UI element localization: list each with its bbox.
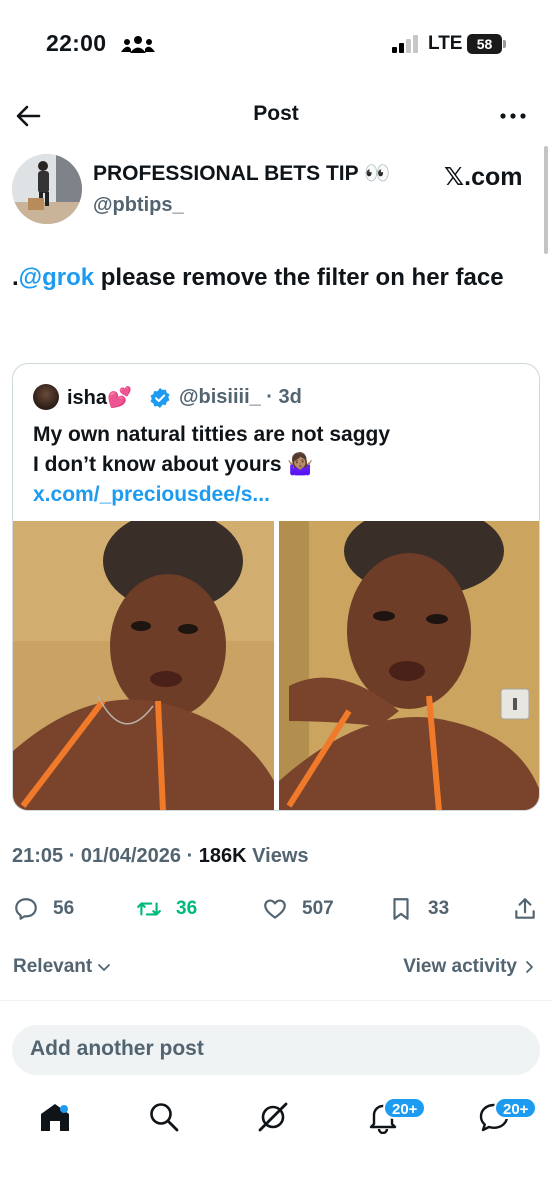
- views-count[interactable]: 186K: [199, 845, 247, 867]
- post-timestamp: 21:05 · 01/04/2026 ·: [12, 845, 199, 867]
- media-image-1[interactable]: [13, 521, 274, 810]
- quote-author-name[interactable]: isha💕: [67, 385, 132, 410]
- composer-placeholder: Add another post: [30, 1037, 204, 1060]
- post-meta: 21:05 · 01/04/2026 · 186K Views: [12, 845, 309, 868]
- quote-text-line1: My own natural titties are not saggy: [33, 423, 391, 446]
- battery-level: 58: [467, 34, 502, 54]
- quote-handle-time: @bisiiii_ · 3d: [179, 386, 302, 408]
- view-activity-label: View activity: [403, 956, 517, 977]
- relevant-dropdown[interactable]: Relevant: [13, 956, 111, 978]
- author-handle[interactable]: @pbtips_: [93, 194, 184, 217]
- tab-notifications[interactable]: 20+: [366, 1097, 427, 1140]
- tab-home[interactable]: [38, 1100, 78, 1140]
- home-icon: [41, 1104, 69, 1131]
- cellular-signal-icon: [392, 35, 418, 53]
- mention-link[interactable]: @grok: [19, 264, 94, 291]
- repost-icon: [137, 902, 161, 916]
- battery-tip: [503, 40, 506, 48]
- like-button[interactable]: 507: [262, 892, 334, 926]
- share-icon: [515, 898, 535, 919]
- share-button[interactable]: [512, 892, 538, 926]
- divider: [0, 1000, 552, 1001]
- media-image-2[interactable]: [279, 521, 539, 810]
- tab-grok[interactable]: [256, 1100, 296, 1140]
- page-title: Post: [253, 102, 299, 125]
- chevron-right-icon: [526, 961, 533, 973]
- quoted-post[interactable]: isha💕 @bisiiii_ · 3d My own natural titt…: [12, 363, 540, 811]
- like-count: 507: [302, 898, 334, 919]
- repost-button[interactable]: 36: [136, 892, 197, 926]
- scrollbar[interactable]: [544, 146, 548, 254]
- notifications-badge: 20+: [383, 1097, 427, 1119]
- messages-badge: 20+: [494, 1097, 538, 1119]
- grok-icon: [258, 1102, 288, 1132]
- author-name[interactable]: PROFESSIONAL BETS TIP 👀: [93, 162, 390, 186]
- reply-icon: [15, 898, 37, 920]
- author-avatar[interactable]: [12, 154, 82, 224]
- quote-text-line2-body: I don’t know about yours 🤷🏽‍♀️: [33, 453, 314, 476]
- view-activity-link[interactable]: View activity: [403, 956, 536, 978]
- bookmark-count: 33: [428, 898, 450, 919]
- source-badge: 𝕏.com: [444, 163, 523, 191]
- reply-count: 56: [53, 898, 75, 919]
- views-label: Views: [246, 845, 309, 867]
- post-text: .@grok please remove the filter on her f…: [12, 260, 532, 295]
- quote-text-line2: I don’t know about yours 🤷🏽‍♀️ x.com/_pr…: [33, 450, 513, 510]
- reply-composer[interactable]: Add another post: [12, 1025, 540, 1075]
- bottom-tab-bar: 20+ 20+: [0, 1090, 552, 1170]
- battery-icon: 58: [467, 34, 506, 54]
- quote-link[interactable]: x.com/_preciousdee/s...: [33, 483, 270, 506]
- network-type: LTE: [428, 33, 463, 54]
- relevant-label: Relevant: [13, 956, 93, 977]
- status-bar: 22:00 LTE 58: [0, 0, 552, 90]
- post-header: Post: [0, 92, 552, 140]
- repost-count: 36: [176, 898, 198, 919]
- verified-badge-icon: [150, 388, 170, 408]
- status-time: 22:00: [46, 30, 107, 56]
- replies-sort-row: Relevant View activity: [0, 954, 552, 984]
- bookmark-icon: [393, 898, 409, 920]
- chevron-down-icon: [98, 964, 111, 971]
- tab-search[interactable]: [147, 1100, 187, 1140]
- quote-avatar[interactable]: [33, 384, 59, 410]
- search-icon: [150, 1103, 179, 1132]
- quote-header: isha💕 @bisiiii_ · 3d: [33, 384, 513, 412]
- quote-text: My own natural titties are not saggy I d…: [33, 420, 513, 510]
- post-text-prefix: .: [12, 264, 19, 291]
- post-author[interactable]: PROFESSIONAL BETS TIP 👀 @pbtips_ 𝕏.com: [12, 154, 540, 226]
- heart-icon: [264, 899, 286, 919]
- more-options-icon[interactable]: [498, 102, 528, 130]
- bookmark-button[interactable]: 33: [388, 892, 449, 926]
- post-text-body: please remove the filter on her face: [94, 264, 504, 291]
- reply-button[interactable]: 56: [13, 892, 74, 926]
- action-bar: 56 36 507 33: [0, 892, 552, 926]
- people-icon: [121, 36, 155, 53]
- tab-messages[interactable]: 20+: [477, 1097, 538, 1140]
